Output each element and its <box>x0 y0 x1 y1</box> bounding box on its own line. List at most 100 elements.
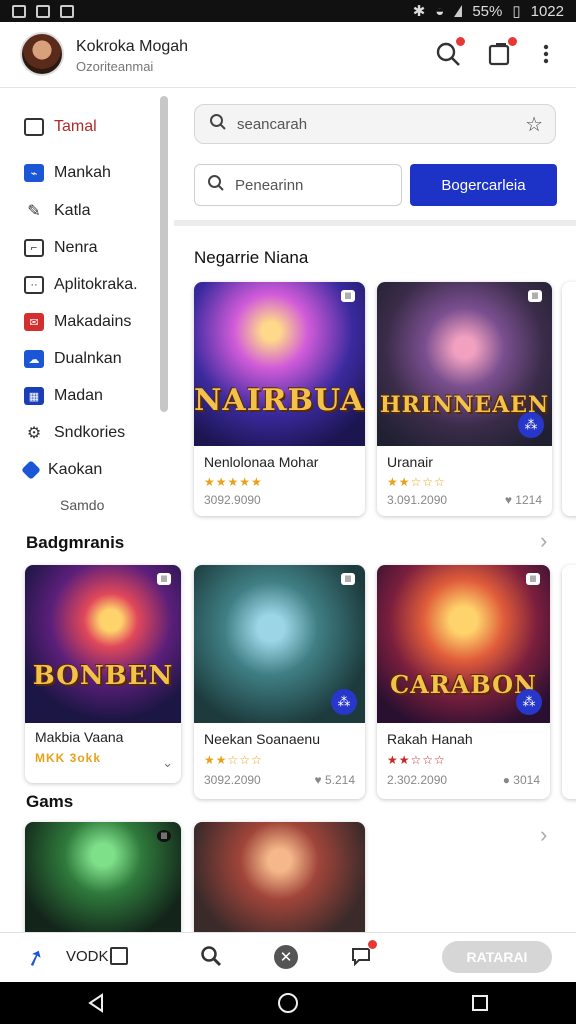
chevron-right-icon[interactable]: › <box>540 822 547 848</box>
more-vert-icon[interactable] <box>540 40 552 68</box>
sidebar-item-makadains[interactable]: ✉ Makadains <box>24 313 131 331</box>
signal-icon <box>454 5 463 17</box>
game-rating: ★★☆☆☆ <box>387 475 446 489</box>
game-name: Makbia Vaana <box>35 729 124 745</box>
game-card[interactable]: BONBEN lll Makbia Vaana MKK 3okk ⌄ <box>25 565 181 783</box>
game-thumbnail: CARABON lll ⁂ <box>377 565 550 723</box>
notification-icon <box>60 4 74 18</box>
search-icon <box>209 113 227 135</box>
sidebar-item-aplitokraka[interactable]: ·· Aplitokraka. <box>24 276 138 294</box>
avatar[interactable] <box>20 32 64 76</box>
sidebar-item-label: Tamal <box>54 118 97 135</box>
game-card[interactable] <box>194 822 365 932</box>
search-icon[interactable] <box>200 945 222 972</box>
sidebar-item-madan[interactable]: ▦ Madan <box>24 387 103 405</box>
badge-icon: lll <box>341 573 355 585</box>
game-rating: ★★★★★ <box>204 475 263 489</box>
sidebar-item-tamal[interactable]: Tamal <box>24 118 97 136</box>
notification-icon <box>36 4 50 18</box>
divider <box>174 220 576 226</box>
user-name: Kokroka Mogah <box>76 38 189 55</box>
game-thumbnail: NAIRBUAN lll <box>194 282 365 446</box>
sidebar-item-mankah[interactable]: ⌁ Mankah <box>24 164 111 182</box>
game-card[interactable]: HRINNEAEN lll ⁂ Uranair ★★☆☆☆ 3.091.2090… <box>377 282 552 516</box>
user-subtitle: Ozoriteanmai <box>76 59 154 74</box>
tag-icon <box>21 460 41 480</box>
search-input[interactable]: Penearinn <box>194 164 402 206</box>
sidebar-more-link[interactable]: Samdo <box>60 497 104 513</box>
grid-icon[interactable]: ⁂ <box>518 412 544 438</box>
home-icon[interactable] <box>277 992 299 1014</box>
game-price: 2.302.2090 <box>387 773 448 787</box>
sidebar-item-label: Madan <box>54 387 103 404</box>
sidebar-item-katla[interactable]: ✎ Katla <box>24 202 90 220</box>
list-icon[interactable] <box>110 947 128 965</box>
chevron-right-icon[interactable]: › <box>540 528 547 554</box>
rate-button[interactable]: RATARAI <box>442 941 552 973</box>
game-thumbnail: BONBEN lll <box>25 565 181 723</box>
game-price: 3092.9090 <box>204 493 261 507</box>
grid-icon[interactable]: ⁂ <box>331 689 357 715</box>
sidebar-item-sndkories[interactable]: ⚙ Sndkories <box>24 424 125 442</box>
search-icon[interactable] <box>434 36 466 68</box>
puzzle-icon: ·· <box>24 276 44 294</box>
recents-icon[interactable] <box>470 993 490 1013</box>
section-title-badges: Badgmranis <box>26 533 125 552</box>
sidebar-item-kaokan[interactable]: Kaokan <box>21 460 103 480</box>
sidebar-item-label: Katla <box>54 202 91 219</box>
section-title-games: Gams <box>26 792 74 811</box>
bluetooth-icon: ✱ <box>412 3 426 20</box>
game-name: Neekan Soanaenu <box>204 731 320 747</box>
controller-icon: ⌁ <box>24 164 44 182</box>
sidebar-item-nenra[interactable]: ⌐ Nenra <box>24 239 98 257</box>
notification-icon <box>12 4 26 18</box>
badge-icon: lll <box>341 290 355 302</box>
star-icon[interactable]: ☆ <box>525 112 543 137</box>
sidebar-item-label: Dualnkan <box>54 350 122 367</box>
search-input-placeholder: Penearinn <box>235 176 304 194</box>
sidebar-item-dualnkan[interactable]: ☁ Dualnkan <box>24 350 122 368</box>
sidebar-item-label: Nenra <box>54 239 98 256</box>
compass-icon[interactable]: ✕ <box>274 945 298 969</box>
bag-icon <box>24 118 44 136</box>
badge-icon: lll <box>157 573 171 585</box>
badge-icon: lll <box>528 290 542 302</box>
frame-icon: ⌐ <box>24 239 44 257</box>
app-header: Kokroka Mogah Ozoriteanmai <box>0 22 576 88</box>
game-price: 3.091.2090 <box>387 493 448 507</box>
grid-icon[interactable]: ⁂ <box>516 689 542 715</box>
game-card[interactable]: lll ⁂ Neekan Soanaenu ★★☆☆☆ 3092.2090 ♥ … <box>194 565 365 799</box>
bottom-nav-label[interactable]: VODK <box>66 948 109 965</box>
game-likes: ♥ 5.214 <box>314 773 356 787</box>
game-card-peek[interactable] <box>562 565 576 799</box>
search-icon <box>207 174 225 196</box>
back-icon[interactable] <box>86 993 106 1013</box>
game-card[interactable]: lll <box>25 822 181 932</box>
game-card[interactable]: CARABON lll ⁂ Rakah Hanah ★★☆☆☆ 2.302.20… <box>377 565 550 799</box>
sidebar-item-label: Aplitokraka. <box>54 276 138 293</box>
sidebar-item-label: Kaokan <box>48 461 103 478</box>
sidebar-scrollbar[interactable] <box>160 96 168 412</box>
badge-icon: lll <box>526 573 540 585</box>
chat-icon[interactable] <box>350 939 378 967</box>
game-card[interactable]: NAIRBUAN lll Nenlolonaa Mohar ★★★★★ 3092… <box>194 282 365 516</box>
game-rating: MKK 3okk <box>35 751 102 765</box>
sidebar-item-label: Mankah <box>54 164 111 181</box>
game-art-title: BONBEN <box>32 661 174 691</box>
sidebar-item-label: Makadains <box>54 313 132 330</box>
section-title-main: Negarrie Niana <box>194 248 309 267</box>
game-rating: ★★☆☆☆ <box>387 753 446 767</box>
gear-icon: ⚙ <box>26 425 42 442</box>
game-rating: ★★☆☆☆ <box>204 753 263 767</box>
arrow-icon[interactable]: ➚ <box>22 943 48 974</box>
search-button[interactable]: Bogercarleia <box>410 164 557 206</box>
game-thumbnail: lll ⁂ <box>194 565 365 723</box>
pencil-icon: ✎ <box>27 203 41 220</box>
search-bar[interactable]: seancarah ☆ <box>194 104 556 144</box>
game-name: Rakah Hanah <box>387 731 473 747</box>
notifications-icon[interactable] <box>486 36 518 68</box>
chevron-down-icon[interactable]: ⌄ <box>162 755 173 771</box>
battery-level: 55% <box>472 2 503 20</box>
game-card-peek[interactable] <box>562 282 576 516</box>
game-name: Uranair <box>387 454 433 470</box>
